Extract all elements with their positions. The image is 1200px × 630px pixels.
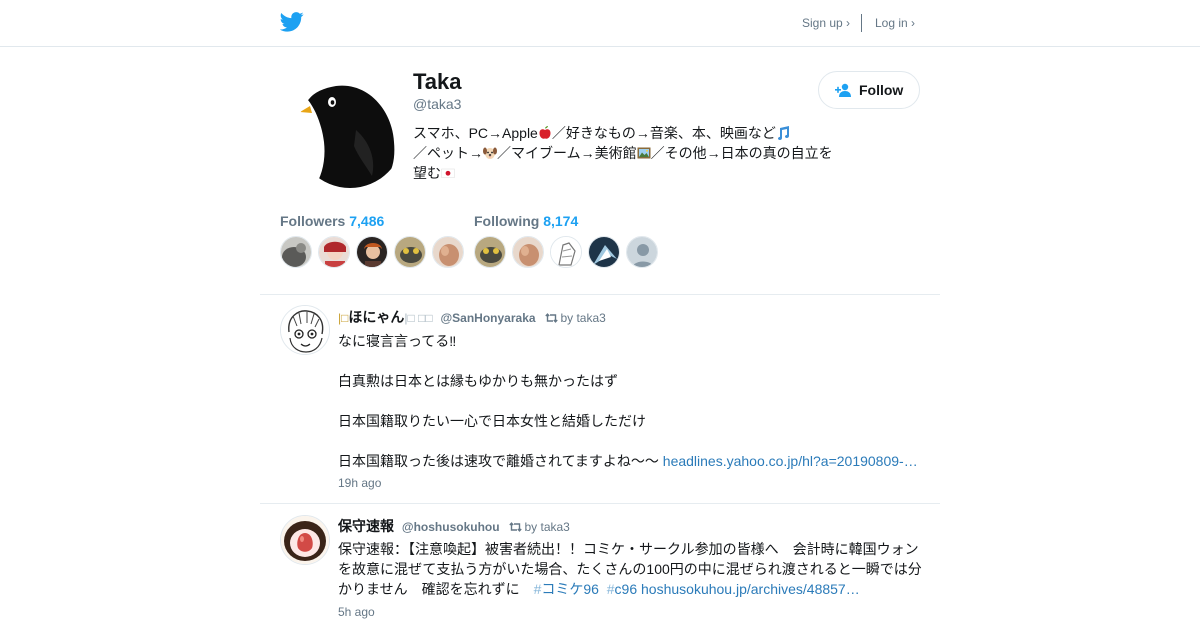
bio-text: ／ペット→ <box>413 145 483 161</box>
following-avatar[interactable] <box>588 236 620 268</box>
tweet-avatar[interactable] <box>280 515 330 565</box>
tweet-username[interactable]: @hoshusokuhou <box>402 520 500 534</box>
follow-button[interactable]: Follow <box>818 71 920 109</box>
follower-avatar[interactable] <box>318 236 350 268</box>
follower-avatar-image <box>357 237 387 267</box>
framed-picture-emoji <box>637 147 651 159</box>
nav-divider <box>861 14 862 32</box>
profile-avatar[interactable] <box>296 80 404 188</box>
tweet-text-line: なに寝言言ってる‼︎ <box>338 333 457 349</box>
follower-avatar[interactable] <box>394 236 426 268</box>
following-avatar-image <box>513 237 543 267</box>
tweet-link[interactable]: headlines.yahoo.co.jp/hl?a=20190809-… <box>663 453 918 469</box>
tweet-text-line: 日本国籍取りたい一心で日本女性と結婚しただけ <box>338 413 646 429</box>
retweet-indicator: by taka3 <box>545 311 606 325</box>
follower-avatar-image <box>395 237 425 267</box>
bio-line-1: スマホ、PC→Apple ／好きなもの→音楽、本、映画など <box>413 123 843 143</box>
tweet-header: 保守速報 @hoshusokuhou by taka3 <box>338 516 570 536</box>
bio-text: 望む <box>413 165 441 181</box>
daifuku-avatar-image <box>281 516 329 564</box>
following-avatar[interactable] <box>512 236 544 268</box>
tweet-avatar[interactable] <box>280 305 330 355</box>
tweet-timestamp[interactable]: 5h ago <box>338 605 375 619</box>
bio-line-3: 望む <box>413 163 843 183</box>
tweet-text: 保守速報：【注意喚起】被害者続出！！コミケ・サークル参加の皆様へ 会計時に韓国ウ… <box>338 539 928 599</box>
followers-label: Followers <box>280 213 346 229</box>
follower-avatar[interactable] <box>356 236 388 268</box>
tweet-timestamp[interactable]: 19h ago <box>338 476 381 490</box>
japan-flag-emoji <box>441 168 455 178</box>
retweet-icon <box>509 522 523 532</box>
bio-line-2: ／ペット→ ／マイブーム→美術館 ／その他→日本の真の自立を <box>413 143 843 163</box>
twitter-bird-icon[interactable] <box>280 11 304 33</box>
following-avatar-image <box>551 237 581 267</box>
retweet-indicator: by taka3 <box>509 520 570 534</box>
follower-avatar-image <box>281 237 311 267</box>
follower-avatar[interactable] <box>432 236 464 268</box>
bio-text: ／好きなもの→音楽、本、映画など <box>551 125 776 141</box>
signup-link[interactable]: Sign up › <box>802 16 850 30</box>
tweet-text: 日本国籍取った後は速攻で離婚されてますよね〜〜 <box>338 453 659 469</box>
following-count: 8,174 <box>543 213 579 229</box>
name-suffix: |□ □□ <box>404 311 433 325</box>
tweet-header: |□ほにゃん|□ □□ @SanHonyaraka by taka3 <box>338 307 606 327</box>
followers-stat[interactable]: Followers 7,486 <box>280 213 384 229</box>
section-divider <box>260 294 940 295</box>
bio-text: スマホ、PC→Apple <box>413 125 538 141</box>
tweet-text-line: 白真勲は日本とは縁もゆかりも無かったはず <box>338 373 618 389</box>
follower-avatar-image <box>433 237 463 267</box>
manga-avatar-image <box>281 306 329 354</box>
following-avatar-image <box>589 237 619 267</box>
add-user-icon <box>835 83 851 97</box>
following-avatar[interactable] <box>626 236 658 268</box>
hashtag-link[interactable]: #c96 <box>607 581 637 597</box>
name-main: ほにゃん <box>348 309 405 325</box>
top-bar: Sign up › Log in › <box>0 0 1200 47</box>
retweeted-by: by taka3 <box>560 311 606 325</box>
tweet-divider <box>260 503 940 504</box>
following-avatar[interactable] <box>550 236 582 268</box>
tweet-author-name[interactable]: |□ほにゃん|□ □□ <box>338 309 433 325</box>
following-avatar[interactable] <box>474 236 506 268</box>
follower-avatar[interactable] <box>280 236 312 268</box>
penguin-avatar <box>296 80 404 188</box>
follow-label: Follow <box>859 82 904 98</box>
profile-handle: @taka3 <box>413 96 462 112</box>
profile-name: Taka <box>413 69 462 94</box>
tweet-username[interactable]: @SanHonyaraka <box>440 311 535 325</box>
profile-bio: スマホ、PC→Apple ／好きなもの→音楽、本、映画など ／ペット→ ／マイブーム… <box>413 123 843 183</box>
retweet-icon <box>545 313 559 323</box>
tweet-text-line: 日本国籍取った後は速攻で離婚されてますよね〜〜 headlines.yahoo.… <box>338 451 918 471</box>
follower-avatar-image <box>319 237 349 267</box>
tweet-author-name[interactable]: 保守速報 <box>338 518 394 534</box>
following-avatar-image <box>475 237 505 267</box>
bio-text: ／その他→日本の真の自立を <box>650 145 833 161</box>
following-stat[interactable]: Following 8,174 <box>474 213 578 229</box>
following-label: Following <box>474 213 540 229</box>
dog-face-emoji <box>483 147 497 159</box>
login-link[interactable]: Log in › <box>875 16 915 30</box>
apple-emoji <box>539 126 551 139</box>
bio-text: ／マイブーム→美術館 <box>497 145 637 161</box>
hashtag-link[interactable]: #コミケ96 <box>534 581 599 597</box>
name-prefix: |□ <box>338 311 349 325</box>
retweeted-by: by taka3 <box>524 520 570 534</box>
followers-count: 7,486 <box>349 213 385 229</box>
tweet-link[interactable]: hoshusokuhou.jp/archives/48857… <box>641 581 860 597</box>
music-notes-emoji <box>777 126 789 140</box>
default-avatar-icon <box>627 237 657 267</box>
